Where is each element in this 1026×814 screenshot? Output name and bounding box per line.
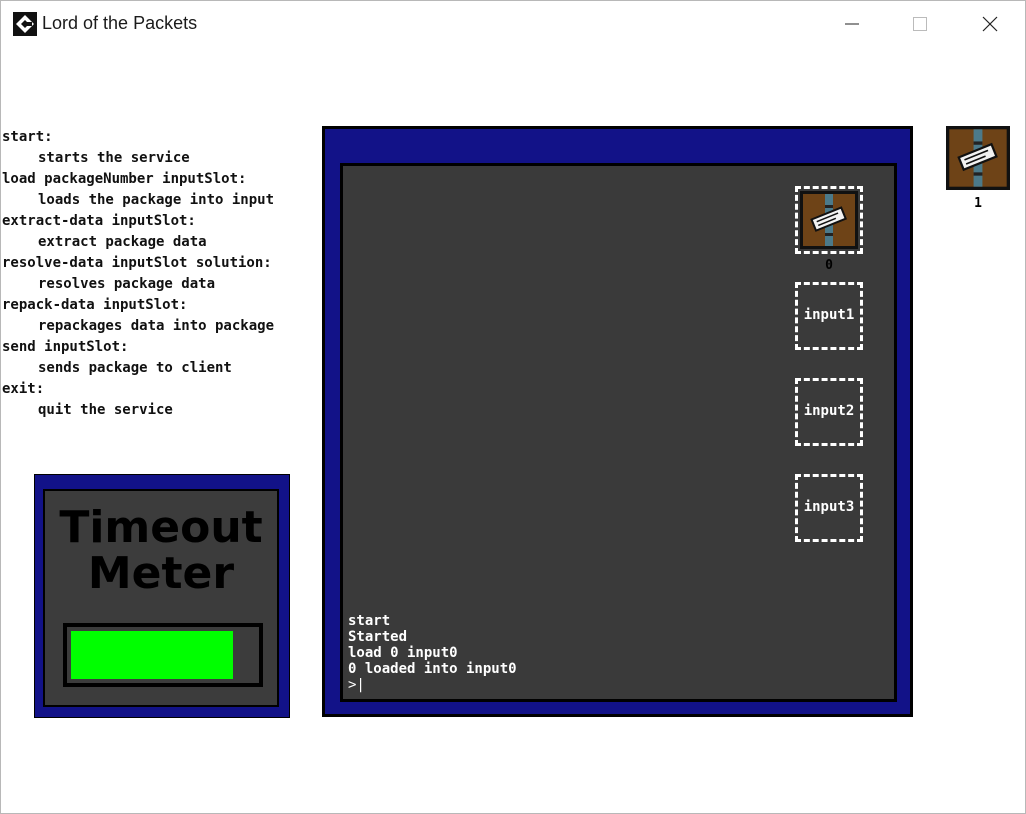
console-frame: 0 input1 input2 input3 start Started loa… <box>322 126 913 717</box>
command-description: quit the service <box>38 402 173 418</box>
command-syntax: load packageNumber inputSlot: <box>2 171 247 187</box>
minimize-icon <box>845 23 859 25</box>
game-maker-icon <box>13 12 37 36</box>
slot-label: input1 <box>803 307 855 323</box>
command-description: starts the service <box>38 150 190 166</box>
slot-input3[interactable]: input3 <box>795 474 863 542</box>
command-description: extract package data <box>38 234 207 250</box>
package-icon <box>800 191 858 249</box>
inventory-package-count: 1 <box>974 196 982 211</box>
game-window: Lord of the Packets start: starts the se… <box>0 0 1026 814</box>
slot-label: input3 <box>803 499 855 515</box>
slot-label: input2 <box>803 403 855 419</box>
command-syntax: resolve-data inputSlot solution: <box>2 255 272 271</box>
slot-input2[interactable]: input2 <box>795 378 863 446</box>
command-syntax: send inputSlot: <box>2 339 129 355</box>
window-title: Lord of the Packets <box>42 13 198 33</box>
command-reference: start: starts the service load packageNu… <box>2 127 274 421</box>
command-syntax: exit: <box>2 381 45 397</box>
command-description: sends package to client <box>38 360 232 376</box>
console-line: Started <box>348 629 408 645</box>
slot-package-count: 0 <box>825 258 833 273</box>
timeout-meter-title-line1: Timeout <box>59 502 263 553</box>
command-description: resolves package data <box>38 276 216 292</box>
command-syntax: extract-data inputSlot: <box>2 213 196 229</box>
timeout-meter-frame: Timeout Meter <box>34 474 290 718</box>
maximize-button[interactable] <box>897 1 943 47</box>
console-prompt[interactable]: >| <box>348 677 517 693</box>
close-icon <box>982 16 998 32</box>
timeout-meter-panel: Timeout Meter <box>43 489 279 707</box>
inventory-package-icon[interactable] <box>946 126 1010 190</box>
console-panel[interactable]: 0 input1 input2 input3 start Started loa… <box>340 163 897 702</box>
console-line: start <box>348 613 391 629</box>
title-bar[interactable]: Lord of the Packets <box>1 1 1025 47</box>
console-line: load 0 input0 <box>348 645 458 661</box>
slot-input0[interactable]: 0 <box>795 186 863 273</box>
minimize-button[interactable] <box>829 1 875 47</box>
command-syntax: repack-data inputSlot: <box>2 297 188 313</box>
timeout-meter-fill <box>71 631 233 679</box>
command-syntax: start: <box>2 129 53 145</box>
close-button[interactable] <box>967 1 1013 47</box>
timeout-meter-title-line2: Meter <box>87 548 235 599</box>
console-log: start Started load 0 input0 0 loaded int… <box>348 613 517 693</box>
timeout-meter-title: Timeout Meter <box>45 505 277 597</box>
console-line: 0 loaded into input0 <box>348 661 517 677</box>
command-description: loads the package into input <box>38 192 275 208</box>
timeout-meter-bar <box>63 623 263 687</box>
slot-input1[interactable]: input1 <box>795 282 863 350</box>
maximize-icon <box>913 17 927 31</box>
command-description: repackages data into package <box>38 318 275 334</box>
